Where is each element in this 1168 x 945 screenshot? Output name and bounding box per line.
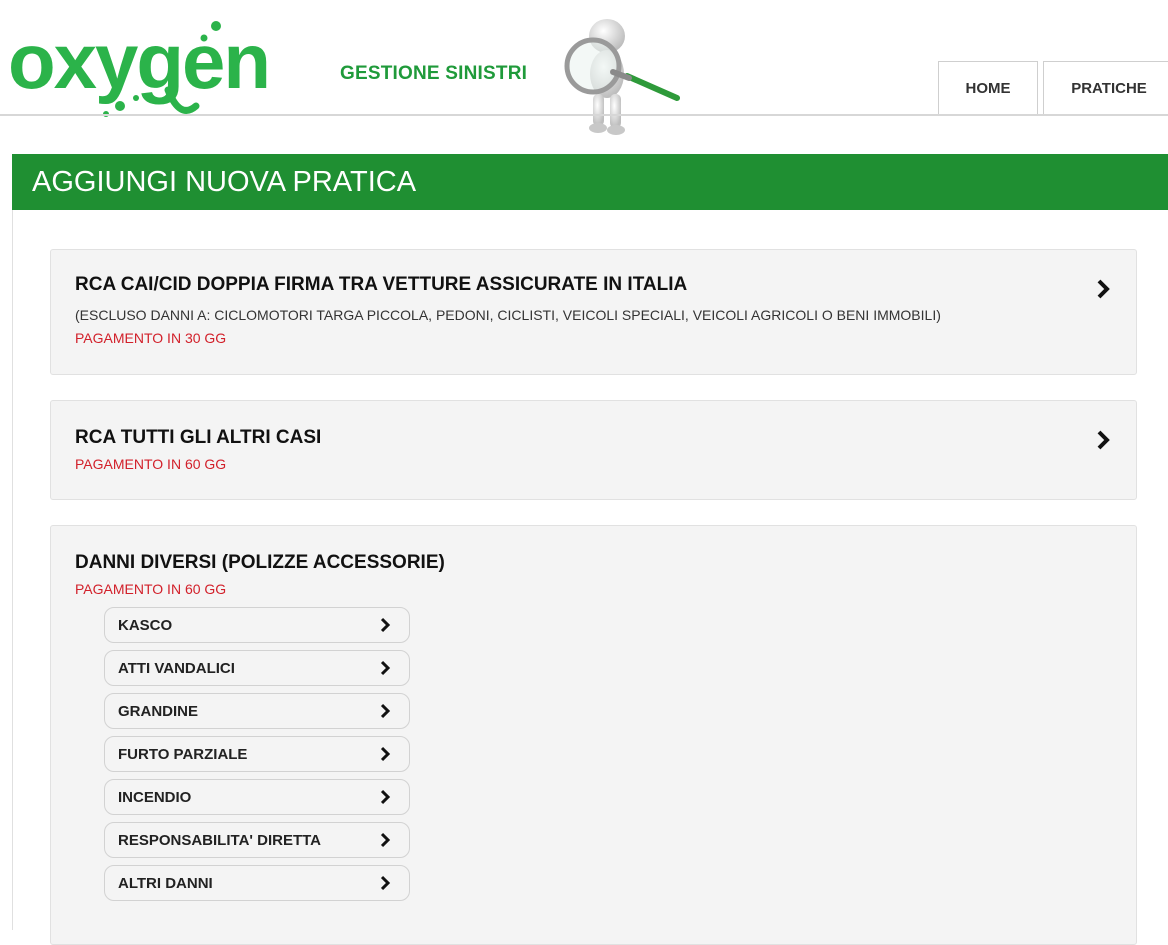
- card-exclusion-note: (ESCLUSO DANNI A: CICLOMOTORI TARGA PICC…: [75, 307, 941, 323]
- svg-text:oxygen: oxygen: [8, 17, 269, 105]
- chevron-right-icon: [380, 617, 391, 633]
- card-title: DANNI DIVERSI (POLIZZE ACCESSORIE): [75, 552, 445, 573]
- payment-terms: PAGAMENTO IN 30 GG: [75, 330, 227, 346]
- claim-type-card-rca-cai-cid[interactable]: RCA CAI/CID DOPPIA FIRMA TRA VETTURE ASS…: [50, 249, 1137, 375]
- chevron-right-icon: [380, 660, 391, 676]
- option-label: INCENDIO: [118, 789, 192, 806]
- payment-terms: PAGAMENTO IN 60 GG: [75, 581, 227, 597]
- option-label: ALTRI DANNI: [118, 875, 213, 892]
- option-button-grandine[interactable]: GRANDINE: [104, 693, 410, 729]
- magnifier-mascot-icon: [564, 19, 680, 135]
- claim-type-card-rca-altri-casi[interactable]: RCA TUTTI GLI ALTRI CASI PAGAMENTO IN 60…: [50, 400, 1137, 500]
- option-label: KASCO: [118, 617, 173, 634]
- app-subtitle: GESTIONE SINISTRI: [340, 63, 528, 84]
- card-title: RCA TUTTI GLI ALTRI CASI: [75, 427, 322, 448]
- payment-terms: PAGAMENTO IN 60 GG: [75, 456, 227, 472]
- chevron-right-icon: [380, 875, 391, 891]
- card-title: RCA CAI/CID DOPPIA FIRMA TRA VETTURE ASS…: [75, 274, 688, 295]
- tab-pratiche[interactable]: PRATICHE: [1043, 61, 1168, 115]
- tab-home[interactable]: HOME: [938, 61, 1038, 115]
- option-button-altri-danni[interactable]: ALTRI DANNI: [104, 865, 410, 901]
- option-button-kasco[interactable]: KASCO: [104, 607, 410, 643]
- chevron-right-icon: [380, 703, 391, 719]
- page-title: AGGIUNGI NUOVA PRATICA: [12, 154, 1168, 210]
- chevron-right-icon[interactable]: [1096, 430, 1110, 450]
- header-divider: [0, 114, 1168, 116]
- option-button-responsabilita-diretta[interactable]: RESPONSABILITA' DIRETTA: [104, 822, 410, 858]
- option-label: ATTI VANDALICI: [118, 660, 235, 677]
- option-button-atti-vandalici[interactable]: ATTI VANDALICI: [104, 650, 410, 686]
- oxygen-logo[interactable]: oxygen: [8, 10, 308, 122]
- chevron-right-icon: [380, 832, 391, 848]
- site-header: oxygen GESTIONE SINISTRI HOME PRATICHE: [0, 0, 1168, 135]
- option-label: FURTO PARZIALE: [118, 746, 248, 763]
- chevron-right-icon: [380, 789, 391, 805]
- option-button-incendio[interactable]: INCENDIO: [104, 779, 410, 815]
- option-label: RESPONSABILITA' DIRETTA: [118, 832, 322, 849]
- option-button-furto-parziale[interactable]: FURTO PARZIALE: [104, 736, 410, 772]
- option-label: GRANDINE: [118, 703, 199, 720]
- chevron-right-icon: [380, 746, 391, 762]
- chevron-right-icon[interactable]: [1096, 279, 1110, 299]
